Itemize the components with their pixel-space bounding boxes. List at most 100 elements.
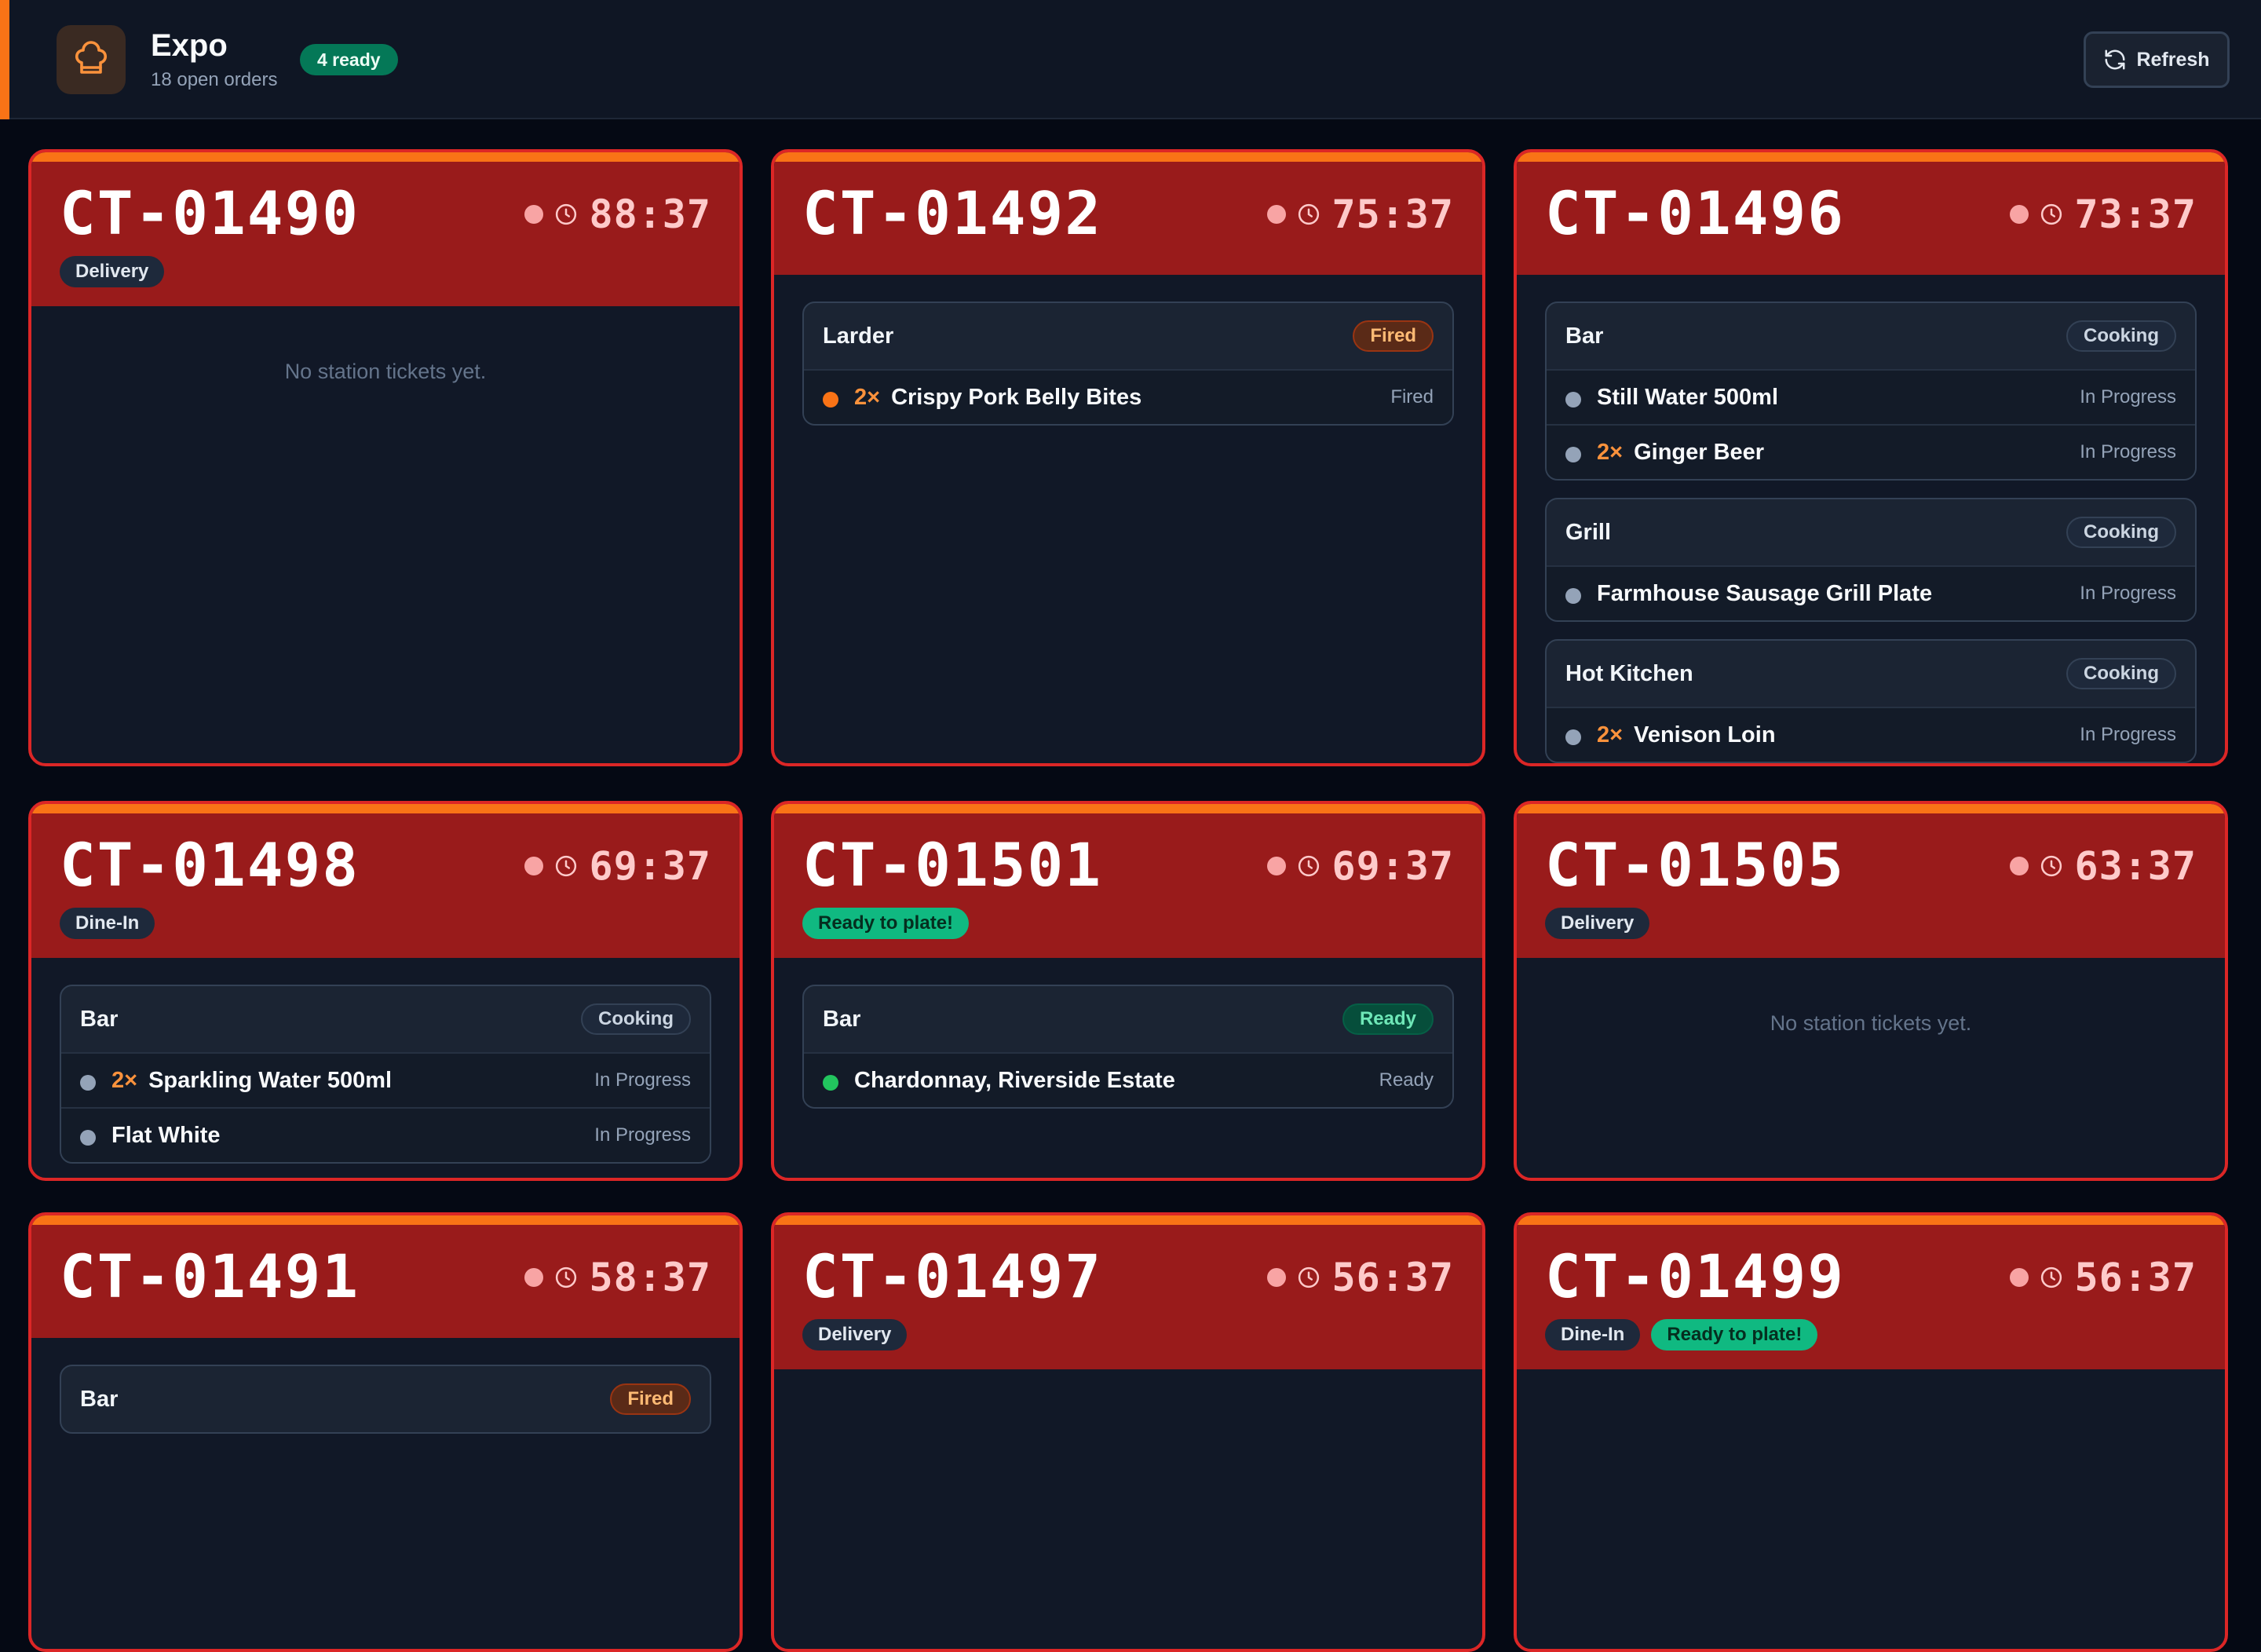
order-timer: 56:37 — [1267, 1255, 1454, 1300]
order-card[interactable]: CT-01491 58:37 Bar Fired — [28, 1212, 743, 1652]
order-tags: Dine-In — [60, 908, 711, 939]
ticket-status-badge: Cooking — [581, 1003, 691, 1035]
clock-icon — [1297, 854, 1320, 878]
ticket-status-badge: Ready — [1342, 1003, 1434, 1035]
order-timer: 56:37 — [2010, 1255, 2197, 1300]
card-body: Larder Fired 2× Crispy Pork Belly Bites Fire… — [774, 275, 1482, 426]
order-type-badge: Dine-In — [1545, 1319, 1641, 1350]
card-body: Bar Cooking 2× Sparkling Water 500ml In Prog… — [31, 958, 740, 1164]
card-body: No station tickets yet. — [1517, 958, 2225, 1036]
card-accent-bar — [774, 152, 1482, 162]
item-status-dot — [80, 1130, 96, 1146]
page-title: Expo — [151, 28, 228, 63]
station-ticket[interactable]: Bar Cooking 2× Sparkling Water 500ml In Prog… — [60, 985, 711, 1164]
top-bar: Expo 18 open orders 4 ready Refresh — [0, 0, 2261, 119]
ticket-item[interactable]: Flat White In Progress — [61, 1107, 710, 1162]
ticket-item[interactable]: 2× Crispy Pork Belly Bites Fired — [804, 369, 1452, 424]
order-type-badge: Delivery — [1545, 908, 1650, 939]
ticket-header: Bar Fired — [61, 1366, 710, 1432]
order-timer: 69:37 — [1267, 843, 1454, 889]
card-header: CT-01490 88:37 Delivery — [31, 162, 740, 306]
card-accent-bar — [1517, 1215, 2225, 1225]
card-accent-bar — [31, 804, 740, 813]
order-card[interactable]: CT-01501 69:37 Ready to plate! Bar Ready Char… — [771, 801, 1485, 1181]
item-name: Sparkling Water 500ml — [148, 1067, 393, 1093]
station-ticket[interactable]: Hot Kitchen Cooking 2× Venison Loin In Progr… — [1545, 639, 2197, 763]
item-quantity: 2× — [1597, 722, 1624, 747]
item-status: Ready — [1379, 1069, 1434, 1091]
card-accent-bar — [1517, 152, 2225, 162]
ticket-header: Hot Kitchen Cooking — [1547, 641, 2195, 707]
card-accent-bar — [774, 1215, 1482, 1225]
clock-icon — [2040, 203, 2063, 226]
station-ticket[interactable]: Grill Cooking Farmhouse Sausage Grill Plat… — [1545, 498, 2197, 622]
alert-dot — [2010, 205, 2029, 224]
item-status-dot — [1565, 447, 1581, 462]
order-card[interactable]: CT-01496 73:37 Bar Cooking Still Water 500ml… — [1514, 149, 2228, 766]
ready-to-plate-badge: Ready to plate! — [1651, 1319, 1818, 1350]
alert-dot — [2010, 857, 2029, 875]
timer-value: 75:37 — [1331, 192, 1454, 237]
order-card[interactable]: CT-01499 56:37 Dine-In Ready to plate! — [1514, 1212, 2228, 1652]
ticket-status-badge: Cooking — [2066, 517, 2176, 548]
item-status: In Progress — [2080, 724, 2176, 745]
item-status: Fired — [1390, 386, 1434, 408]
order-timer: 58:37 — [524, 1255, 711, 1300]
ticket-status-badge: Fired — [1353, 320, 1434, 352]
order-timer: 73:37 — [2010, 192, 2197, 237]
timer-value: 56:37 — [2074, 1255, 2197, 1300]
order-card[interactable]: CT-01490 88:37 Delivery No station tickets … — [28, 149, 743, 766]
item-status-dot — [1565, 392, 1581, 408]
alert-dot — [524, 857, 544, 875]
card-body: Bar Fired — [31, 1338, 740, 1434]
ticket-header: Bar Ready — [804, 986, 1452, 1052]
ticket-item[interactable]: 2× Venison Loin In Progress — [1547, 707, 2195, 762]
item-name: Farmhouse Sausage Grill Plate — [1597, 580, 1933, 606]
ticket-item[interactable]: 2× Sparkling Water 500ml In Progress — [61, 1052, 710, 1107]
card-body: Bar Ready Chardonnay, Riverside Estate Read… — [774, 958, 1482, 1109]
timer-value: 69:37 — [1331, 843, 1454, 889]
item-quantity: 2× — [111, 1067, 138, 1093]
ready-count-badge: 4 ready — [300, 44, 398, 75]
ticket-item[interactable]: Farmhouse Sausage Grill Plate In Progress — [1547, 565, 2195, 620]
card-body: No station tickets yet. — [31, 306, 740, 384]
card-header: CT-01497 56:37 Delivery — [774, 1225, 1482, 1369]
refresh-button[interactable]: Refresh — [2084, 31, 2230, 88]
item-status: In Progress — [2080, 441, 2176, 462]
order-tags: Delivery — [802, 1319, 1454, 1350]
card-body: Bar Cooking Still Water 500ml In Progress 2×… — [1517, 275, 2225, 763]
ticket-header: Larder Fired — [804, 303, 1452, 369]
card-body — [1517, 1369, 2225, 1396]
order-card[interactable]: CT-01492 75:37 Larder Fired 2× Crispy Pork Be… — [771, 149, 1485, 766]
station-ticket[interactable]: Bar Ready Chardonnay, Riverside Estate Read… — [802, 985, 1454, 1109]
ticket-status-badge: Cooking — [2066, 320, 2176, 352]
order-card[interactable]: CT-01497 56:37 Delivery — [771, 1212, 1485, 1652]
item-name: Venison Loin — [1634, 722, 1776, 747]
station-name: Bar — [80, 1006, 119, 1032]
ticket-header: Grill Cooking — [1547, 499, 2195, 565]
station-ticket[interactable]: Larder Fired 2× Crispy Pork Belly Bites Fire… — [802, 302, 1454, 426]
chef-hat-icon — [57, 25, 126, 94]
item-name: Chardonnay, Riverside Estate — [854, 1067, 1175, 1093]
ticket-item[interactable]: 2× Ginger Beer In Progress — [1547, 424, 2195, 479]
order-tags: Dine-In Ready to plate! — [1545, 1319, 2197, 1350]
timer-value: 63:37 — [2074, 843, 2197, 889]
station-name: Bar — [1565, 323, 1604, 349]
order-card[interactable]: CT-01505 63:37 Delivery No station tickets … — [1514, 801, 2228, 1181]
order-card[interactable]: CT-01498 69:37 Dine-In Bar Cooking 2× Sparklin… — [28, 801, 743, 1181]
refresh-label: Refresh — [2136, 48, 2210, 71]
item-status: In Progress — [2080, 583, 2176, 604]
ticket-item[interactable]: Still Water 500ml In Progress — [1547, 369, 2195, 424]
order-timer: 75:37 — [1267, 192, 1454, 237]
clock-icon — [2040, 854, 2063, 878]
order-timer: 88:37 — [524, 192, 711, 237]
ticket-status-badge: Cooking — [2066, 658, 2176, 689]
alert-dot — [1267, 205, 1287, 224]
ticket-header: Bar Cooking — [61, 986, 710, 1052]
card-accent-bar — [31, 152, 740, 162]
station-ticket[interactable]: Bar Fired — [60, 1365, 711, 1434]
item-name: Crispy Pork Belly Bites — [891, 384, 1142, 410]
station-ticket[interactable]: Bar Cooking Still Water 500ml In Progress 2×… — [1545, 302, 2197, 481]
ticket-item[interactable]: Chardonnay, Riverside Estate Ready — [804, 1052, 1452, 1107]
alert-dot — [1267, 857, 1287, 875]
